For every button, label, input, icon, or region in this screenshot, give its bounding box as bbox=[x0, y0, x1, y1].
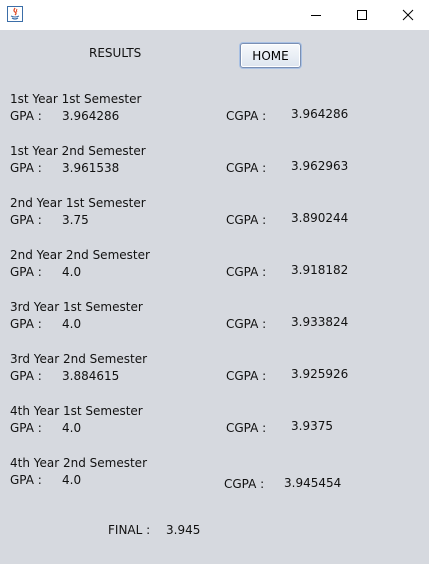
cgpa-label: CGPA : bbox=[226, 317, 267, 331]
semester-name: 2nd Year 1st Semester bbox=[10, 196, 146, 210]
close-button[interactable] bbox=[385, 0, 429, 30]
gpa-label: GPA : bbox=[10, 213, 42, 227]
gpa-value: 3.884615 bbox=[62, 369, 120, 383]
gpa-value: 3.964286 bbox=[62, 109, 120, 123]
final-value: 3.945 bbox=[166, 523, 201, 537]
home-button[interactable]: HOME bbox=[240, 43, 301, 68]
cgpa-value: 3.9375 bbox=[291, 419, 333, 433]
results-title: RESULTS bbox=[89, 46, 142, 60]
semester-name: 4th Year 2nd Semester bbox=[10, 456, 147, 470]
gpa-label: GPA : bbox=[10, 421, 42, 435]
cgpa-value: 3.918182 bbox=[291, 263, 349, 277]
gpa-value: 4.0 bbox=[62, 473, 82, 487]
cgpa-label: CGPA : bbox=[226, 265, 267, 279]
cgpa-value: 3.962963 bbox=[291, 159, 349, 173]
gpa-value: 4.0 bbox=[62, 421, 82, 435]
maximize-icon bbox=[357, 10, 367, 20]
semester-name: 2nd Year 2nd Semester bbox=[10, 248, 150, 262]
gpa-label: GPA : bbox=[10, 473, 42, 487]
java-app-icon bbox=[7, 6, 23, 22]
cgpa-value: 3.933824 bbox=[291, 315, 349, 329]
gpa-label: GPA : bbox=[10, 369, 42, 383]
minimize-button[interactable] bbox=[293, 0, 339, 30]
cgpa-label: CGPA : bbox=[226, 421, 267, 435]
semester-name: 3rd Year 2nd Semester bbox=[10, 352, 148, 366]
final-label: FINAL : bbox=[108, 523, 151, 537]
semester-name: 1st Year 1st Semester bbox=[10, 92, 142, 106]
gpa-value: 3.961538 bbox=[62, 161, 120, 175]
cgpa-value: 3.890244 bbox=[291, 211, 349, 225]
window-titlebar bbox=[0, 0, 429, 30]
gpa-label: GPA : bbox=[10, 265, 42, 279]
minimize-icon bbox=[311, 15, 321, 16]
semester-name: 1st Year 2nd Semester bbox=[10, 144, 146, 158]
gpa-label: GPA : bbox=[10, 109, 42, 123]
close-icon bbox=[402, 9, 414, 21]
cgpa-value: 3.964286 bbox=[291, 107, 349, 121]
semester-name: 4th Year 1st Semester bbox=[10, 404, 143, 418]
cgpa-value: 3.945454 bbox=[284, 476, 342, 490]
cgpa-label: CGPA : bbox=[226, 213, 267, 227]
semester-name: 3rd Year 1st Semester bbox=[10, 300, 143, 314]
gpa-label: GPA : bbox=[10, 161, 42, 175]
cgpa-label: CGPA : bbox=[226, 161, 267, 175]
gpa-value: 3.75 bbox=[62, 213, 89, 227]
cgpa-label: CGPA : bbox=[224, 477, 265, 491]
cgpa-label: CGPA : bbox=[226, 369, 267, 383]
gpa-label: GPA : bbox=[10, 317, 42, 331]
cgpa-label: CGPA : bbox=[226, 109, 267, 123]
maximize-button[interactable] bbox=[339, 0, 385, 30]
gpa-value: 4.0 bbox=[62, 265, 82, 279]
gpa-value: 4.0 bbox=[62, 317, 82, 331]
cgpa-value: 3.925926 bbox=[291, 367, 349, 381]
